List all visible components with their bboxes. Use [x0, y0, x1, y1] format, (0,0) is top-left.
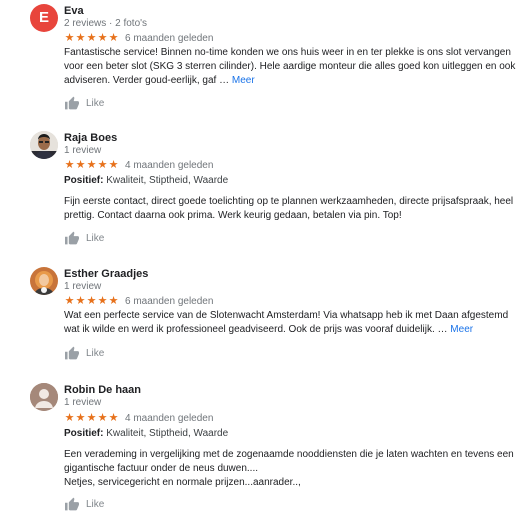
review-card: Robin De haan 1 review ★ ★ ★ ★ ★ 4 maanden g…	[0, 383, 528, 519]
like-label: Like	[86, 97, 105, 109]
star-icon: ★	[64, 32, 75, 44]
review-date: 4 maanden geleden	[125, 412, 214, 424]
star-icon: ★	[97, 159, 108, 171]
star-icon: ★	[108, 32, 119, 44]
star-icon: ★	[86, 412, 97, 424]
default-avatar-icon	[30, 383, 58, 411]
review-text: Wat een perfecte service van de Slotenwa…	[64, 309, 519, 337]
review-text-body: Een verademing in vergelijking met de zo…	[64, 449, 514, 474]
positive-attributes: Positief: Kwaliteit, Stiptheid, Waarde	[64, 427, 228, 440]
review-text-body: Wat een perfecte service van de Slotenwa…	[64, 310, 509, 335]
star-icon: ★	[64, 159, 75, 171]
star-rating: ★ ★ ★ ★ ★	[64, 32, 119, 44]
star-icon: ★	[97, 412, 108, 424]
star-icon: ★	[108, 295, 119, 307]
review-text-body: Fantastische service! Binnen no-time kon…	[64, 47, 516, 86]
reviewer-meta: 1 review	[64, 281, 102, 292]
positive-label: Positief:	[64, 175, 104, 186]
thumbs-up-icon	[65, 231, 79, 245]
star-icon: ★	[86, 159, 97, 171]
review-card: Esther Graadjes 1 review ★ ★ ★ ★ ★ 6 maanden…	[0, 267, 528, 367]
positive-value: Kwaliteit, Stiptheid, Waarde	[106, 428, 229, 439]
like-button[interactable]: Like	[64, 497, 104, 511]
reviewer-meta: 2 reviews · 2 foto's	[64, 18, 148, 29]
avatar-letter: E	[30, 4, 58, 32]
like-label: Like	[86, 498, 105, 510]
star-icon: ★	[86, 32, 97, 44]
rating-row: ★ ★ ★ ★ ★ 6 maanden geleden	[64, 32, 214, 44]
review-date: 6 maanden geleden	[125, 295, 214, 307]
avatar[interactable]	[30, 383, 58, 411]
star-icon: ★	[97, 295, 108, 307]
star-rating: ★ ★ ★ ★ ★	[64, 295, 119, 307]
star-rating: ★ ★ ★ ★ ★	[64, 412, 119, 424]
star-icon: ★	[75, 159, 86, 171]
reviewer-meta: 1 review	[64, 145, 102, 156]
star-icon: ★	[75, 295, 86, 307]
review-card: E Eva 2 reviews · 2 foto's ★ ★ ★ ★ ★ 6 maand…	[0, 4, 528, 112]
thumbs-up-icon	[65, 497, 79, 511]
like-label: Like	[86, 347, 105, 359]
star-icon: ★	[108, 159, 119, 171]
review-text-line2: Netjes, servicegericht en normale prijze…	[64, 477, 301, 488]
thumbs-up-icon	[65, 96, 79, 110]
avatar[interactable]: E	[30, 4, 58, 32]
review-text: Een verademing in vergelijking met de zo…	[64, 448, 519, 490]
reviewer-meta: 1 review	[64, 397, 102, 408]
like-label: Like	[86, 232, 105, 244]
star-icon: ★	[64, 412, 75, 424]
more-link[interactable]: Meer	[450, 324, 473, 335]
review-date: 4 maanden geleden	[125, 159, 214, 171]
like-button[interactable]: Like	[64, 231, 104, 245]
person-photo-icon	[30, 267, 58, 295]
avatar[interactable]	[30, 131, 58, 159]
rating-row: ★ ★ ★ ★ ★ 4 maanden geleden	[64, 159, 214, 171]
star-rating: ★ ★ ★ ★ ★	[64, 159, 119, 171]
star-icon: ★	[75, 32, 86, 44]
review-date: 6 maanden geleden	[125, 32, 214, 44]
positive-value: Kwaliteit, Stiptheid, Waarde	[106, 175, 229, 186]
positive-attributes: Positief: Kwaliteit, Stiptheid, Waarde	[64, 174, 228, 187]
rating-row: ★ ★ ★ ★ ★ 6 maanden geleden	[64, 295, 214, 307]
review-text: Fijn eerste contact, direct goede toelic…	[64, 196, 514, 221]
star-icon: ★	[108, 412, 119, 424]
review-text: Fantastische service! Binnen no-time kon…	[64, 46, 519, 88]
like-button[interactable]: Like	[64, 346, 104, 360]
star-icon: ★	[64, 295, 75, 307]
star-icon: ★	[86, 295, 97, 307]
star-icon: ★	[75, 412, 86, 424]
like-button[interactable]: Like	[64, 96, 104, 110]
avatar[interactable]	[30, 267, 58, 295]
rating-row: ★ ★ ★ ★ ★ 4 maanden geleden	[64, 412, 214, 424]
thumbs-up-icon	[65, 346, 79, 360]
person-photo-icon	[30, 131, 58, 159]
review-card: Raja Boes 1 review ★ ★ ★ ★ ★ 4 maanden geled…	[0, 131, 528, 247]
positive-label: Positief:	[64, 428, 104, 439]
star-icon: ★	[97, 32, 108, 44]
more-link[interactable]: Meer	[232, 75, 255, 86]
